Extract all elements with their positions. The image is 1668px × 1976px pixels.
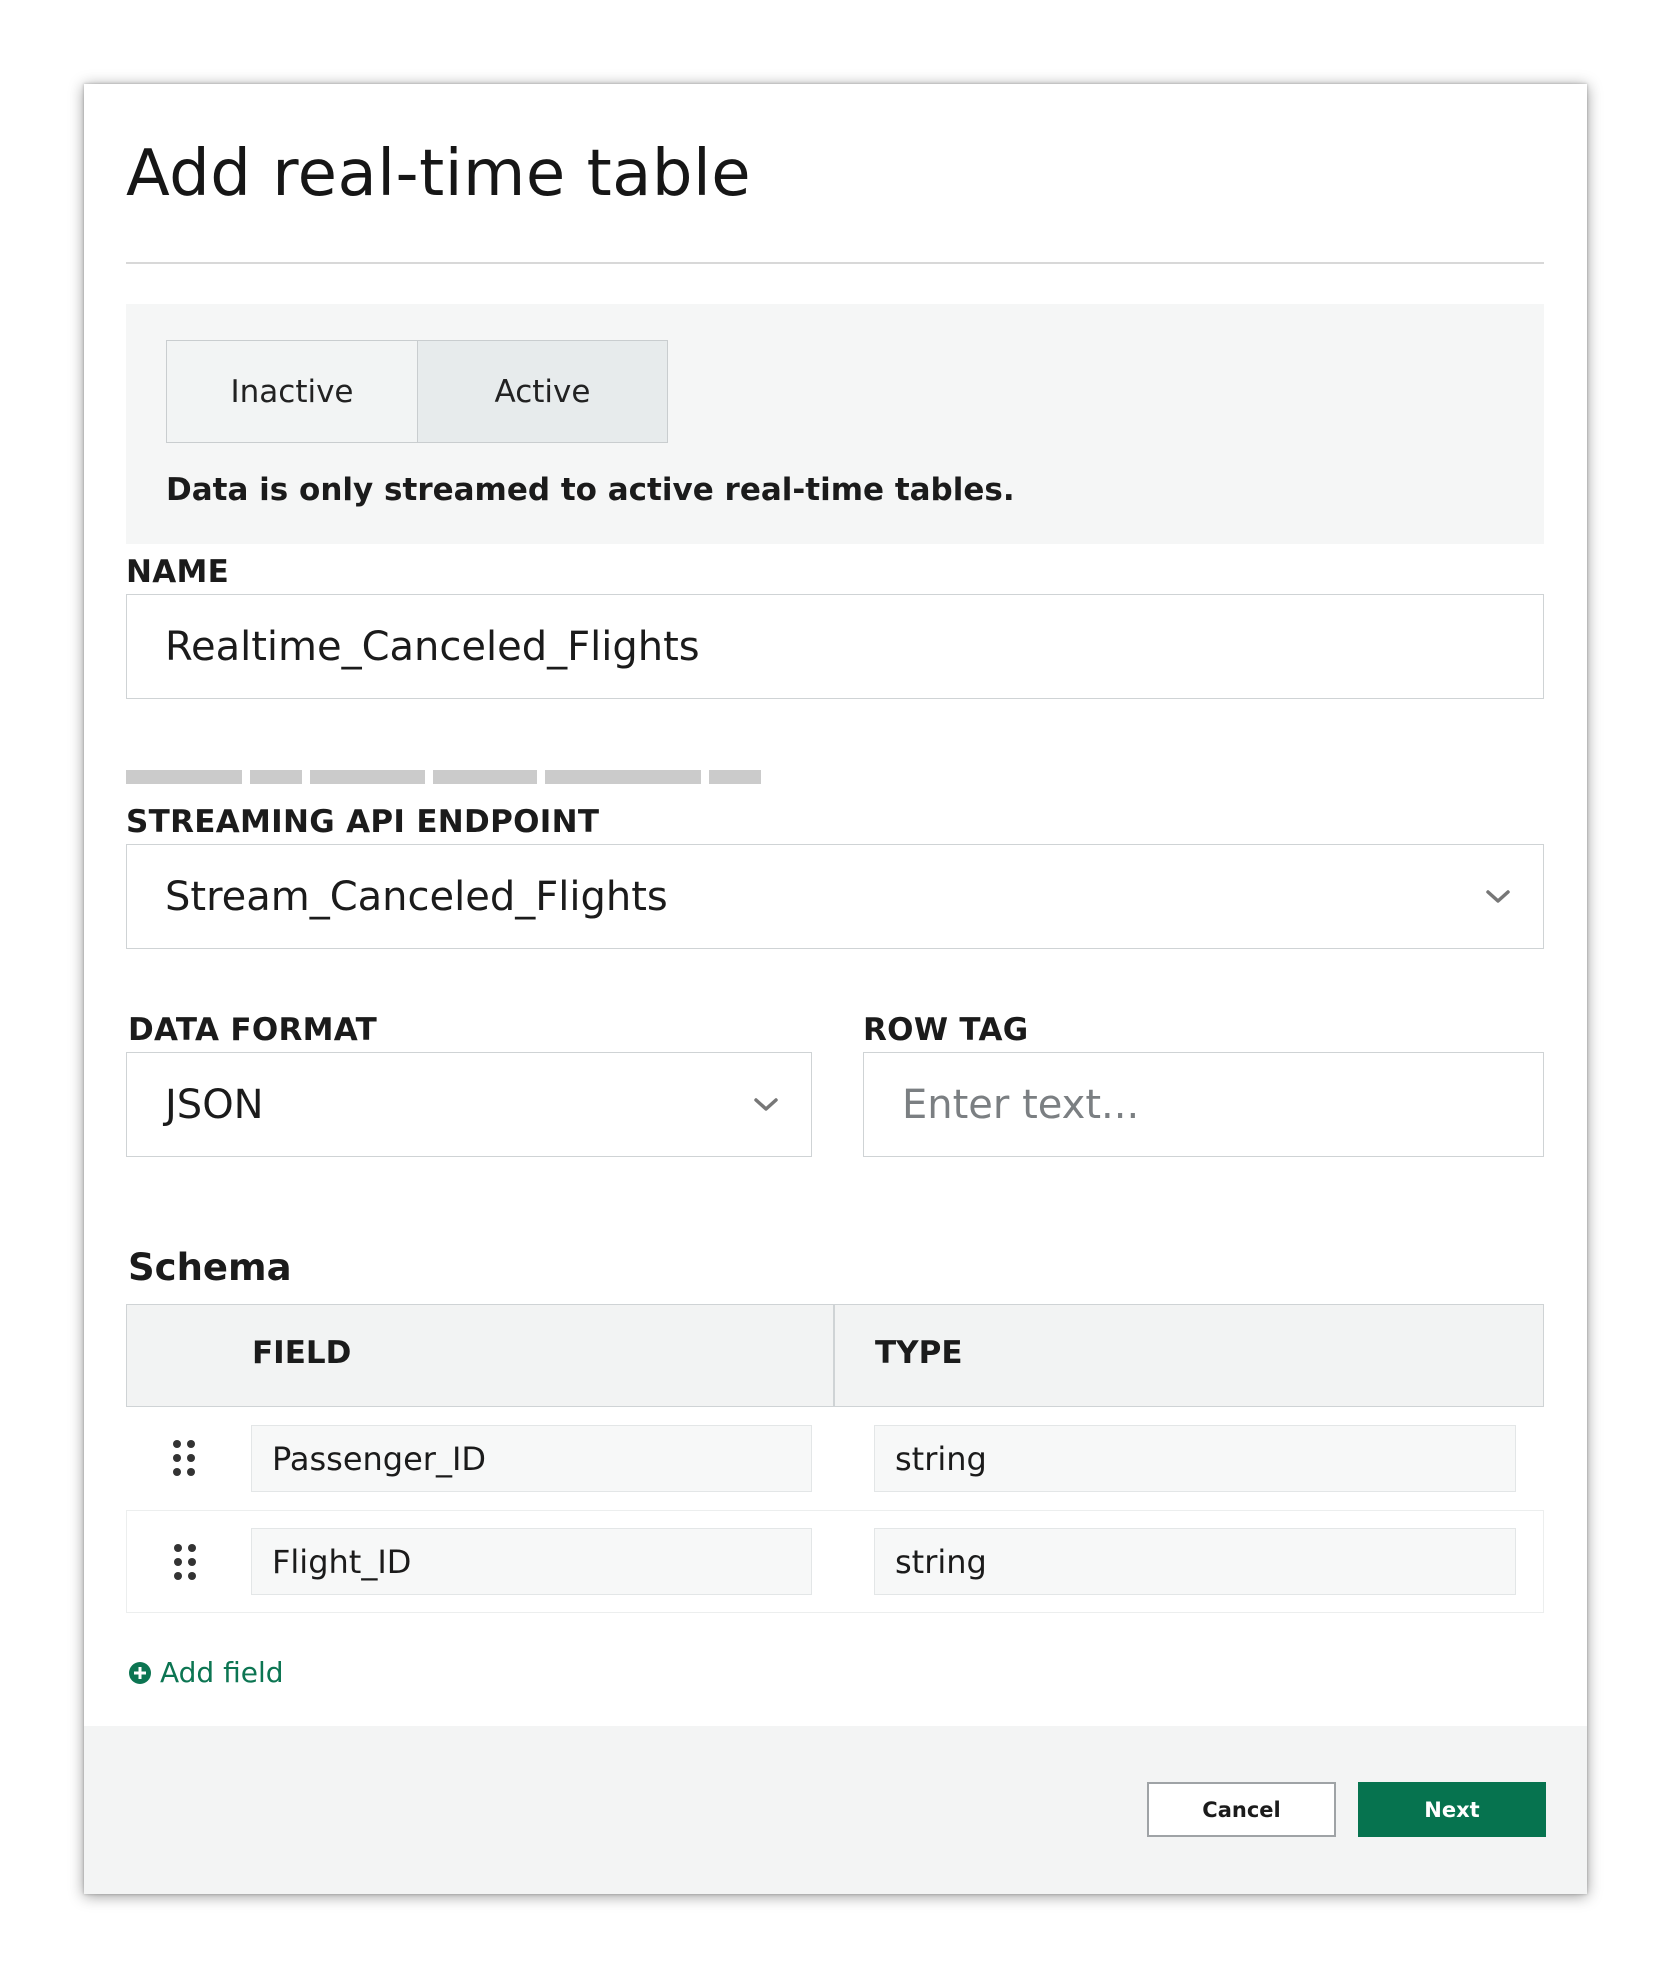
data-format-label: DATA FORMAT xyxy=(128,1012,378,1048)
drag-handle-icon[interactable] xyxy=(172,1439,196,1477)
add-real-time-table-dialog: Add real-time table Inactive Active Data… xyxy=(84,84,1587,1894)
data-format-select-value: JSON xyxy=(165,1081,264,1128)
strength-segment xyxy=(709,770,761,784)
add-field-label: Add field xyxy=(160,1656,284,1689)
schema-row: Passenger_ID string xyxy=(126,1407,1544,1510)
field-type-input[interactable]: string xyxy=(874,1528,1516,1595)
drag-handle-icon[interactable] xyxy=(173,1543,197,1581)
schema-row: Flight_ID string xyxy=(126,1510,1544,1613)
endpoint-select-value: Stream_Canceled_Flights xyxy=(165,873,668,920)
type-column-header: TYPE xyxy=(875,1335,963,1371)
field-column-header: FIELD xyxy=(252,1335,352,1371)
add-field-link[interactable]: Add field xyxy=(128,1656,284,1689)
endpoint-label: STREAMING API ENDPOINT xyxy=(126,804,600,840)
endpoint-select[interactable]: Stream_Canceled_Flights xyxy=(126,844,1544,949)
plus-circle-icon xyxy=(129,1661,151,1684)
title-divider xyxy=(126,262,1544,264)
strength-segment xyxy=(433,770,537,784)
status-toggle: Inactive Active xyxy=(166,340,668,443)
status-inactive-button[interactable]: Inactive xyxy=(167,341,417,442)
field-name-input[interactable]: Flight_ID xyxy=(251,1528,812,1595)
name-strength-meter xyxy=(126,770,761,784)
chevron-down-icon xyxy=(754,1097,778,1111)
field-name-input[interactable]: Passenger_ID xyxy=(251,1425,812,1492)
status-active-button[interactable]: Active xyxy=(417,341,667,442)
strength-segment xyxy=(250,770,302,784)
name-label: NAME xyxy=(126,554,230,590)
status-panel: Inactive Active Data is only streamed to… xyxy=(126,304,1544,544)
schema-table-header: FIELD TYPE xyxy=(126,1304,1544,1407)
name-input[interactable] xyxy=(126,594,1544,699)
dialog-title: Add real-time table xyxy=(126,137,752,211)
cancel-button[interactable]: Cancel xyxy=(1147,1782,1336,1837)
data-format-select[interactable]: JSON xyxy=(126,1052,812,1157)
strength-segment xyxy=(126,770,242,784)
strength-segment xyxy=(310,770,425,784)
row-tag-label: ROW TAG xyxy=(863,1012,1029,1048)
row-tag-input[interactable] xyxy=(863,1052,1544,1157)
dialog-footer: Cancel Next xyxy=(84,1726,1587,1894)
chevron-down-icon xyxy=(1486,889,1510,903)
schema-title: Schema xyxy=(128,1246,292,1289)
field-type-input[interactable]: string xyxy=(874,1425,1516,1492)
strength-segment xyxy=(545,770,701,784)
next-button[interactable]: Next xyxy=(1358,1782,1546,1837)
status-note: Data is only streamed to active real-tim… xyxy=(166,472,1015,508)
column-divider xyxy=(833,1305,835,1406)
